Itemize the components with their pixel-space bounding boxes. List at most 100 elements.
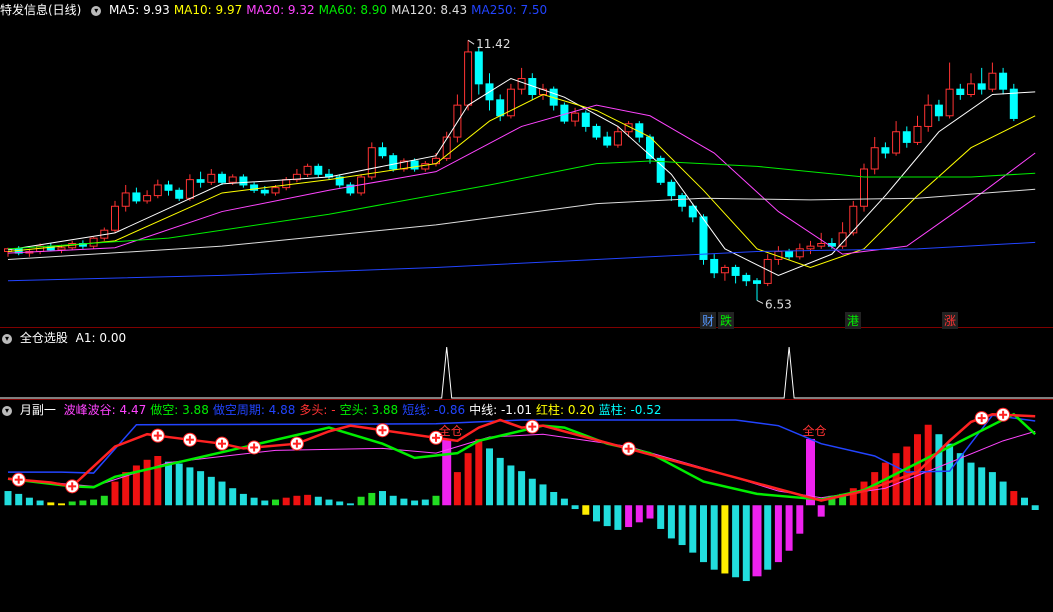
candle-body [89, 237, 98, 247]
candle-body [389, 155, 398, 170]
histogram-bar [143, 459, 151, 506]
histogram-bar [36, 500, 44, 506]
histogram-bar [571, 505, 579, 510]
histogram-bar [678, 505, 686, 546]
histogram-bar [1010, 491, 1018, 506]
histogram-bar [379, 491, 386, 506]
histogram-bar [68, 501, 76, 506]
histogram-bar [368, 492, 376, 506]
candle-body [977, 83, 986, 90]
candle-body [57, 247, 66, 251]
histogram-bar [207, 476, 215, 506]
ma250-line [7, 241, 1036, 282]
histogram-bar [999, 481, 1007, 506]
histogram-bar [752, 505, 762, 577]
event-tag[interactable]: 财 [700, 312, 717, 329]
histogram-bar [518, 471, 526, 506]
histogram-bar [764, 505, 772, 570]
candle-body [464, 51, 473, 106]
chart-canvas[interactable]: 11.42 6.53 全仓 全仓 [0, 0, 1053, 612]
candle-body [988, 72, 997, 90]
candle-body [378, 147, 387, 157]
candle-body [892, 131, 901, 154]
high-label: 11.42 [476, 37, 510, 51]
histogram-bar [560, 498, 568, 506]
histogram-bar [967, 462, 975, 506]
candle-body [913, 125, 922, 143]
histogram-bar [496, 457, 504, 506]
histogram-bar [218, 481, 226, 506]
histogram-bar [197, 471, 205, 506]
histogram-bar [453, 472, 461, 506]
candle-body [603, 136, 612, 146]
candle-body [870, 147, 879, 170]
histogram-bar [47, 502, 55, 506]
histogram-bar [357, 496, 365, 506]
candle-body [196, 179, 205, 183]
histogram-bar [732, 505, 740, 578]
histogram-bar [261, 500, 269, 506]
candle-body [678, 195, 687, 207]
histogram-bar [314, 496, 322, 506]
histogram-bar [700, 505, 707, 563]
histogram-bar [721, 505, 729, 574]
candle-body [967, 83, 975, 95]
candle-body [314, 165, 323, 175]
candle-body [571, 112, 580, 122]
histogram-bar [282, 497, 290, 506]
histogram-bar [239, 493, 247, 506]
candle-body [121, 192, 130, 207]
candle-body [613, 131, 622, 146]
histogram-bar [250, 497, 258, 506]
histogram-bar [165, 461, 172, 506]
candle-body [999, 72, 1008, 90]
histogram-bar [432, 495, 440, 506]
histogram-bar [550, 492, 558, 506]
histogram-bar [304, 494, 312, 506]
histogram-bar [90, 499, 98, 506]
histogram-bar [785, 505, 793, 551]
histogram-bar [293, 495, 301, 506]
candle-body [849, 205, 858, 234]
signal-label: 全仓 [439, 423, 463, 438]
candle-body [785, 250, 794, 258]
histogram-bar [100, 495, 108, 506]
histogram-bar [25, 497, 33, 506]
histogram-bar [689, 505, 697, 553]
histogram-bar [539, 484, 547, 506]
histogram-bar [710, 505, 718, 570]
candle-body [881, 147, 890, 154]
event-tag[interactable]: 涨 [942, 312, 959, 329]
candle-body [260, 189, 269, 194]
histogram-bar [15, 493, 23, 506]
histogram-bar [464, 453, 472, 506]
histogram-bar [988, 472, 996, 506]
candle-body [218, 173, 226, 183]
histogram-bar [1021, 497, 1028, 506]
histogram-bar [486, 448, 493, 506]
histogram-bar [336, 501, 344, 506]
low-marker [756, 299, 764, 304]
histogram-bar [796, 505, 804, 534]
histogram-bar [667, 505, 675, 539]
candle-body [496, 99, 505, 117]
histogram-bar [58, 503, 65, 506]
candle-body [239, 176, 248, 186]
ma60-line [7, 160, 1036, 250]
histogram-bar [79, 500, 87, 506]
histogram-bar [978, 467, 986, 506]
high-marker [467, 39, 475, 45]
event-tag[interactable]: 港 [845, 312, 862, 329]
histogram-bar [154, 456, 162, 506]
candle-body [817, 243, 826, 247]
event-tag[interactable]: 跌 [718, 312, 735, 329]
histogram-bar [229, 488, 237, 506]
histogram-bar [507, 465, 515, 506]
candle-body [795, 248, 804, 258]
histogram-bar [111, 481, 119, 506]
histogram-bar [935, 434, 943, 506]
histogram-bar [272, 499, 279, 506]
candle-body [228, 176, 237, 183]
candle-body [667, 181, 676, 197]
histogram-bar [475, 438, 483, 506]
